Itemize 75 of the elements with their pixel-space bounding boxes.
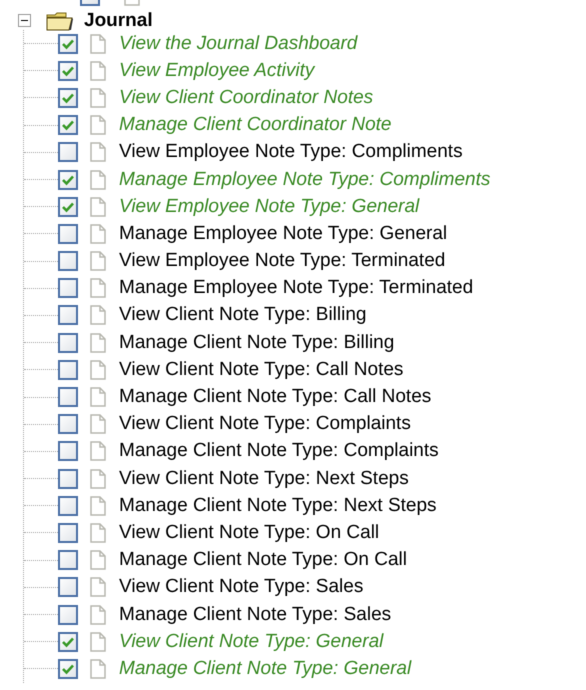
permission-label[interactable]: View Client Note Type: General: [119, 630, 384, 653]
permission-label[interactable]: View Client Note Type: On Call: [119, 522, 380, 544]
checkbox[interactable]: [58, 414, 78, 434]
checkbox[interactable]: [58, 360, 78, 380]
checkbox[interactable]: [58, 142, 78, 162]
checkbox[interactable]: [58, 496, 78, 516]
checkbox[interactable]: [58, 224, 78, 244]
checkbox[interactable]: [58, 170, 78, 190]
permission-label[interactable]: View Client Note Type: Complaints: [119, 413, 411, 436]
checkbox[interactable]: [58, 115, 78, 136]
checkbox[interactable]: [58, 632, 78, 652]
document-icon: [90, 468, 106, 489]
checkbox[interactable]: [58, 88, 78, 108]
collapse-icon[interactable]: [18, 14, 31, 27]
document-icon: [90, 170, 106, 190]
checkbox[interactable]: [58, 604, 78, 625]
checkbox[interactable]: [58, 387, 78, 408]
folder-icon: [46, 10, 74, 30]
permission-label[interactable]: View Client Note Type: Sales: [119, 576, 364, 598]
document-icon: [90, 604, 106, 625]
document-icon: [90, 196, 106, 217]
document-icon: [90, 577, 106, 598]
checkbox[interactable]: [58, 550, 78, 570]
document-icon: [90, 414, 106, 434]
document-icon: [90, 251, 106, 272]
permission-label[interactable]: Manage Client Note Type: Billing: [119, 332, 394, 354]
permission-label[interactable]: Manage Client Note Type: On Call: [119, 549, 407, 572]
checkbox[interactable]: [58, 251, 78, 272]
permission-label[interactable]: Manage Client Note Type: Next Steps: [119, 494, 437, 517]
permission-label[interactable]: View Client Note Type: Call Notes: [119, 358, 404, 381]
document-icon: [90, 360, 106, 380]
permission-label[interactable]: Manage Employee Note Type: General: [119, 222, 448, 245]
permission-label[interactable]: View Employee Note Type: Compliments: [119, 141, 463, 164]
document-icon: [90, 550, 106, 570]
permission-label[interactable]: View Employee Activity: [119, 60, 314, 82]
document-icon: [90, 522, 106, 543]
checkbox[interactable]: [58, 441, 78, 462]
checkbox[interactable]: [58, 60, 78, 81]
document-icon: [90, 142, 106, 162]
checkbox[interactable]: [58, 305, 78, 326]
checkbox[interactable]: [58, 196, 78, 217]
document-icon: [90, 496, 106, 516]
permission-label[interactable]: Manage Employee Note Type: Compliments: [119, 168, 490, 191]
permission-label[interactable]: Manage Client Note Type: General: [119, 658, 412, 680]
permission-label[interactable]: Manage Client Note Type: Call Notes: [119, 386, 432, 408]
document-icon: [90, 115, 106, 136]
document-icon: [90, 441, 106, 462]
document-icon: [90, 88, 106, 108]
checkbox[interactable]: [58, 278, 78, 298]
document-icon: [90, 278, 106, 298]
document-icon: [90, 34, 106, 54]
document-icon: [90, 224, 106, 244]
document-icon: [90, 387, 106, 408]
checkbox[interactable]: [58, 658, 78, 679]
checkbox[interactable]: [58, 577, 78, 598]
folder-label[interactable]: Journal: [84, 10, 153, 32]
checkbox[interactable]: [58, 332, 78, 353]
document-icon: [90, 332, 106, 353]
checkbox[interactable]: [58, 468, 78, 489]
permission-label[interactable]: View the Journal Dashboard: [119, 32, 358, 55]
permission-label[interactable]: View Client Note Type: Next Steps: [119, 468, 409, 490]
permission-label[interactable]: View Employee Note Type: General: [119, 196, 420, 218]
permission-label[interactable]: Manage Employee Note Type: Terminated: [119, 277, 474, 300]
permission-label[interactable]: Manage Client Note Type: Complaints: [119, 440, 439, 462]
document-icon: [90, 632, 106, 652]
permission-label[interactable]: View Client Coordinator Notes: [119, 86, 374, 109]
permission-label[interactable]: Manage Client Note Type: Sales: [119, 604, 392, 626]
checkbox[interactable]: [58, 522, 78, 543]
checkbox[interactable]: [58, 34, 78, 54]
document-icon: [90, 60, 106, 81]
permission-label[interactable]: View Client Note Type: Billing: [119, 304, 366, 326]
document-icon: [90, 305, 106, 326]
document-icon: [90, 658, 106, 679]
permission-label[interactable]: Manage Client Coordinator Note: [119, 114, 392, 136]
permission-label[interactable]: View Employee Note Type: Terminated: [119, 250, 446, 272]
